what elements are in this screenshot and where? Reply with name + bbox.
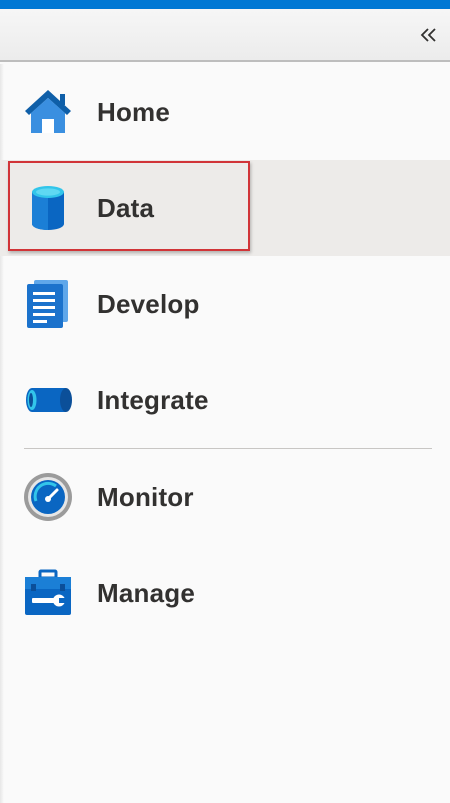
gauge-icon xyxy=(22,471,74,523)
double-chevron-left-icon xyxy=(420,28,436,42)
database-icon xyxy=(22,182,74,234)
nav-item-manage[interactable]: Manage xyxy=(0,545,450,641)
nav-item-label: Home xyxy=(97,96,171,127)
toolbox-icon xyxy=(22,567,74,619)
nav-item-label: Develop xyxy=(97,288,200,319)
document-icon xyxy=(22,278,74,330)
nav-item-integrate[interactable]: Integrate xyxy=(0,352,450,448)
collapse-button[interactable] xyxy=(418,22,440,48)
nav-item-develop[interactable]: Develop xyxy=(0,256,450,352)
nav-toolbar xyxy=(0,9,450,62)
nav-item-label: Manage xyxy=(97,577,196,608)
home-icon xyxy=(22,86,74,138)
pipeline-icon xyxy=(22,374,74,426)
top-accent-bar xyxy=(0,0,450,9)
nav-item-monitor[interactable]: Monitor xyxy=(0,449,450,545)
nav-item-label: Data xyxy=(97,192,155,223)
nav-item-label: Monitor xyxy=(97,481,194,512)
nav-item-data[interactable]: Data xyxy=(0,160,450,256)
nav-item-home[interactable]: Home xyxy=(0,64,450,160)
nav-item-label: Integrate xyxy=(97,384,209,415)
